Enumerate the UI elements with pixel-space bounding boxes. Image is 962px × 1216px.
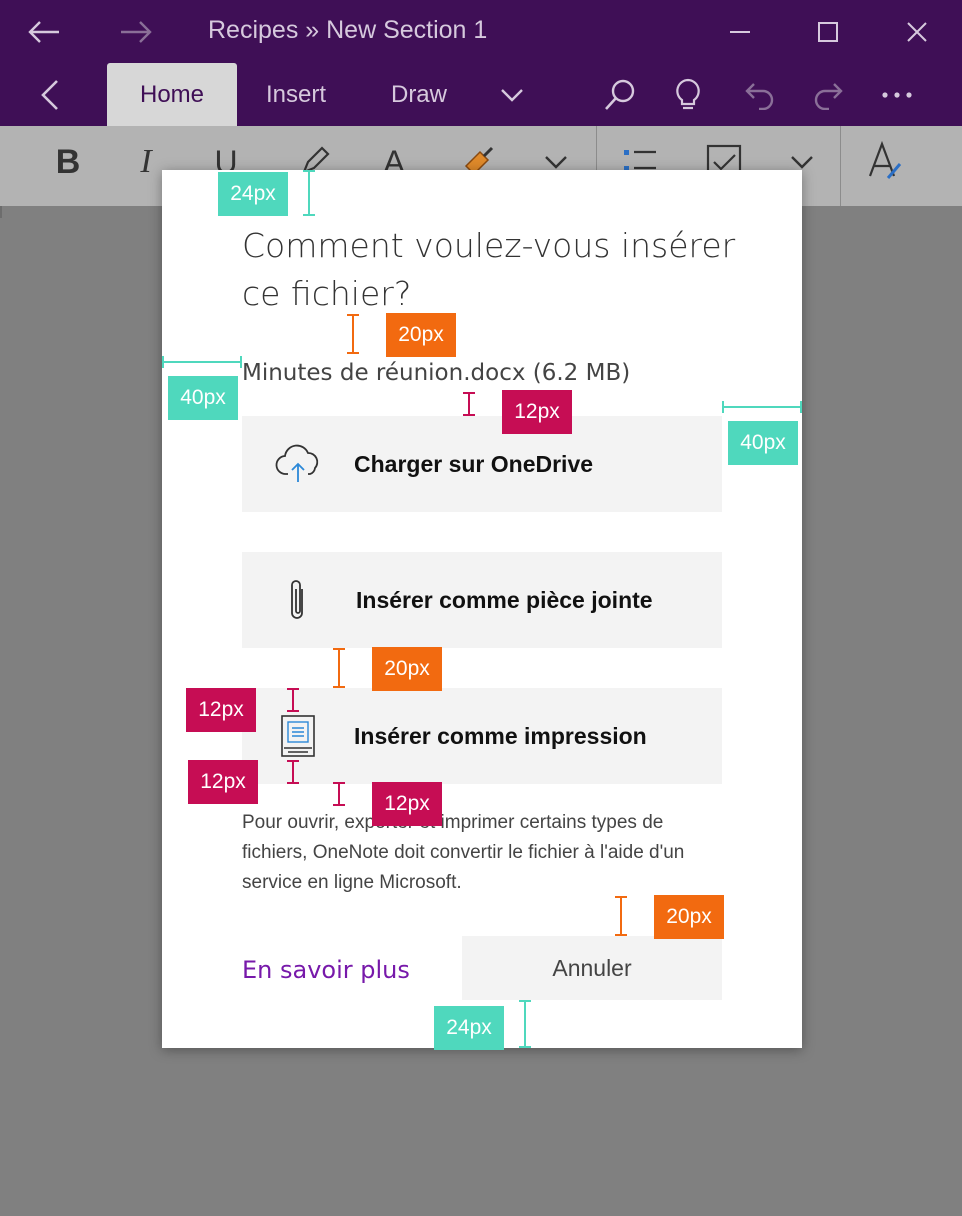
- title-bar: Recipes » New Section 1: [0, 0, 962, 64]
- maximize-icon[interactable]: [810, 14, 846, 50]
- tab-home[interactable]: Home: [107, 63, 237, 126]
- window-title: Recipes » New Section 1: [208, 16, 488, 44]
- spacing-marker: [519, 1000, 531, 1048]
- spacing-label-button-gap: 20px: [654, 895, 724, 939]
- paperclip-icon: [274, 576, 322, 624]
- back-arrow-icon[interactable]: [26, 14, 62, 50]
- cancel-button[interactable]: Annuler: [462, 936, 722, 1000]
- spacing-label-option-gap: 20px: [372, 647, 442, 691]
- upload-onedrive-button[interactable]: Charger sur OneDrive: [242, 416, 722, 512]
- spacing-marker: [463, 392, 475, 416]
- lightbulb-icon[interactable]: [670, 77, 706, 113]
- spacing-label-icon-top: 12px: [186, 688, 256, 732]
- printout-icon: [274, 712, 322, 760]
- forward-arrow-icon[interactable]: [118, 14, 154, 50]
- conversion-note: Pour ouvrir, exporter et imprimer certai…: [242, 812, 685, 893]
- page-edge: [0, 206, 2, 218]
- dialog-title: Comment voulez-vous insérer ce fichier?: [242, 226, 736, 313]
- styles-icon[interactable]: [860, 138, 908, 186]
- spacing-marker: [162, 356, 242, 368]
- insert-attachment-label: Insérer comme pièce jointe: [356, 586, 653, 613]
- chevron-down-icon[interactable]: [494, 77, 530, 113]
- spacing-marker: [615, 896, 627, 936]
- close-icon[interactable]: [899, 14, 935, 50]
- ribbon-tabs: Home Insert Draw: [0, 63, 962, 126]
- toolbar-divider: [840, 126, 841, 206]
- nav-back-icon[interactable]: [32, 77, 68, 113]
- spacing-label-icon-bottom: 12px: [188, 760, 258, 804]
- spacing-label-bottom: 24px: [434, 1006, 504, 1050]
- spacing-marker: [722, 401, 802, 413]
- spacing-label-note-gap: 12px: [372, 782, 442, 826]
- insert-printout-button[interactable]: Insérer comme impression: [242, 688, 722, 784]
- spacing-marker: [303, 170, 315, 216]
- learn-more-link[interactable]: En savoir plus: [242, 956, 410, 984]
- file-name: Minutes de réunion.docx (6.2 MB): [242, 360, 631, 386]
- search-icon[interactable]: [602, 77, 638, 113]
- spacing-label-left-margin: 40px: [168, 376, 238, 420]
- spacing-label-title-gap: 20px: [386, 313, 456, 357]
- tab-insert[interactable]: Insert: [250, 64, 342, 126]
- insert-printout-label: Insérer comme impression: [354, 722, 647, 749]
- spacing-label-file-gap: 12px: [502, 390, 572, 434]
- spacing-label-top: 24px: [218, 172, 288, 216]
- tab-draw[interactable]: Draw: [374, 64, 464, 126]
- cloud-upload-icon: [274, 440, 322, 488]
- spacing-marker: [347, 314, 359, 354]
- spacing-marker: [287, 688, 299, 712]
- spacing-label-right-margin: 40px: [728, 421, 798, 465]
- italic-button[interactable]: I: [126, 138, 166, 186]
- spacing-marker: [333, 648, 345, 688]
- bold-button[interactable]: B: [48, 138, 88, 186]
- insert-attachment-button[interactable]: Insérer comme pièce jointe: [242, 552, 722, 648]
- more-icon[interactable]: [879, 77, 915, 113]
- spacing-marker: [287, 760, 299, 784]
- undo-icon[interactable]: [742, 77, 778, 113]
- spacing-marker: [333, 782, 345, 806]
- minimize-icon[interactable]: [722, 14, 758, 50]
- redo-icon[interactable]: [810, 77, 846, 113]
